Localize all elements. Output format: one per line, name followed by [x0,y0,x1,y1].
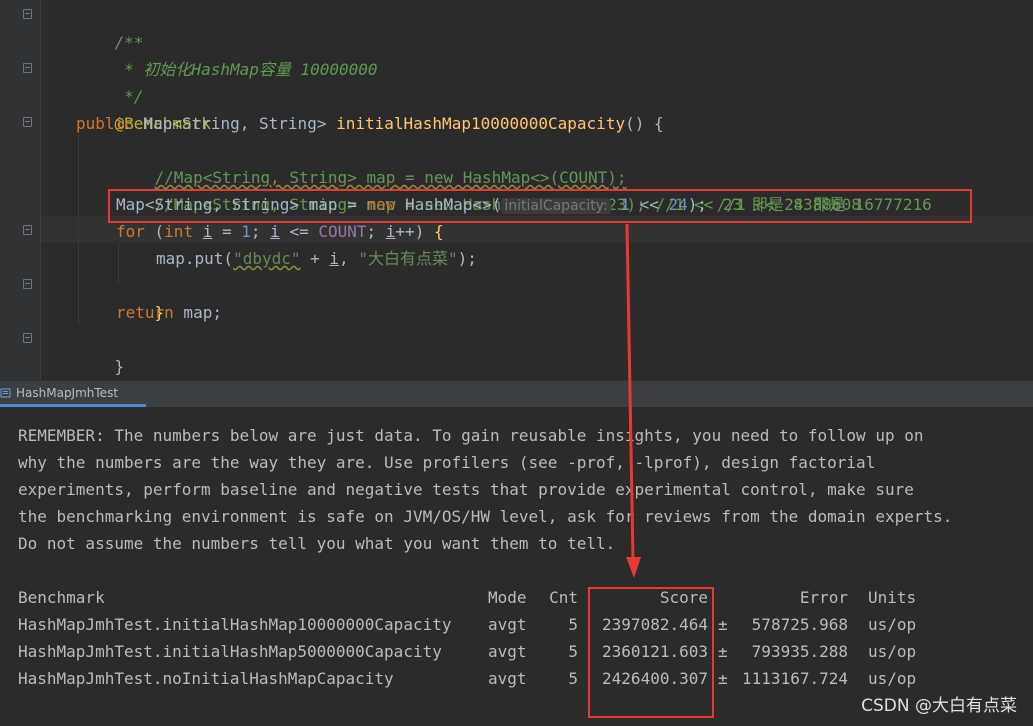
row-benchmark: HashMapJmhTest.noInitialHashMapCapacity [18,669,394,688]
method-signature-tail: () { [625,114,664,133]
return-value: map; [173,303,222,322]
operator: ++) [395,222,434,241]
doc-comment: * 初始化HashMap容量 10000000 [114,60,378,79]
code-line: @Benchmark [76,83,211,133]
punctuation: ); [457,249,477,268]
code-editor[interactable]: /** * 初始化HashMap容量 10000000 */ @Benchmar… [0,0,1033,380]
row-units: us/op [868,642,917,661]
declaration-start: Map<String, String> map = [116,195,367,214]
row-score: 2397082.464 [602,615,708,634]
code-line: } [116,272,165,322]
row-plusminus: ± [718,615,728,634]
code-line: return map; [116,299,222,326]
keyword: int [164,222,194,241]
console-line: experiments, perform baseline and negati… [18,480,914,499]
row-cnt: 5 [568,615,578,634]
string-literal: "大白有点菜" [358,249,458,268]
punctuation: ( [144,222,165,241]
row-score: 2426400.307 [602,669,708,688]
keyword: for [116,222,145,241]
punctuation: ; [366,222,386,241]
row-benchmark: HashMapJmhTest.initialHashMap10000000Cap… [18,615,452,634]
code-line: Map<String, String> map = new HashMap<>(… [116,191,932,218]
console-tab-bar: HashMapJmhTest [0,380,1033,407]
header-cnt: Cnt [549,588,578,607]
loop-variable: i [202,222,213,241]
run-config-icon [0,388,11,397]
watermark: CSDN @大白有点菜 [861,696,1017,716]
operator: << [630,195,669,214]
static-field: COUNT [318,222,367,241]
declaration-end: ); [687,195,708,214]
tab-hashmapjmhtest[interactable]: HashMapJmhTest [0,381,146,407]
constructor-call: HashMap<>( [395,195,502,214]
console-line: Do not assume the numbers tell you what … [18,534,616,553]
code-line: //Map<String, String> map = new HashMap<… [116,164,861,214]
method-call: map.put( [156,249,234,268]
row-error: 578725.968 [751,615,848,634]
brace: } [114,357,125,376]
row-units: us/op [868,615,917,634]
loop-variable: i [329,249,340,268]
parameter-hint: initialCapacity: [501,198,611,214]
string-literal: "dbydc" [233,249,301,268]
fold-icon[interactable] [23,117,32,127]
row-units: us/op [868,669,917,688]
operator: <= [279,222,319,241]
header-error: Error [799,588,848,607]
row-cnt: 5 [568,669,578,688]
code-line: */ [76,56,143,106]
loop-variable: i [385,222,396,241]
code-line: //Map<String, String> map = new HashMap<… [116,137,627,187]
number-literal: 24 [668,195,688,214]
row-cnt: 5 [568,642,578,661]
row-score: 2360121.603 [602,642,708,661]
row-mode: avgt [488,642,527,661]
fold-icon[interactable] [23,9,32,19]
editor-gutter [0,0,40,380]
line-comment: //1 << 24 即是 16777216 [707,195,932,214]
punctuation: , [339,249,359,268]
header-benchmark: Benchmark [18,588,105,607]
code-line: /** [76,2,144,52]
number-literal: 1 [241,222,251,241]
console-output[interactable]: REMEMBER: The numbers below are just dat… [0,407,1033,726]
header-mode: Mode [488,588,527,607]
keyword: new [366,195,396,214]
header-score: Score [659,588,708,607]
row-mode: avgt [488,615,527,634]
fold-icon[interactable] [23,279,32,289]
code-line: map.put("dbydc" + i, "大白有点菜"); [156,245,477,272]
code-line: * 初始化HashMap容量 10000000 [76,29,377,79]
punctuation: ; [250,222,271,241]
row-plusminus: ± [718,642,728,661]
fold-icon[interactable] [23,333,32,343]
header-units: Units [868,588,917,607]
method-name: initialHashMap10000000Capacity [336,114,626,133]
operator: + [300,249,330,268]
keyword: return [116,303,174,322]
operator: = [212,222,242,241]
code-line: public Map<String, String> initialHashMa… [76,110,664,137]
fold-icon[interactable] [23,63,32,73]
loop-variable: i [270,222,280,241]
code-line: for (int i = 1; i <= COUNT; i++) { [116,218,444,245]
row-error: 1113167.724 [742,669,848,688]
console-line: why the numbers are the way they are. Us… [18,453,876,472]
gutter-divider [40,0,41,380]
row-plusminus: ± [718,669,728,688]
row-mode: avgt [488,669,527,688]
console-line: the benchmarking environment is safe on … [18,507,953,526]
method-signature-type: Map<String, String> [133,114,337,133]
keyword: public [76,114,134,133]
fold-icon[interactable] [23,225,32,235]
row-error: 793935.288 [751,642,848,661]
code-line: } [76,326,125,376]
brace: { [433,222,444,241]
console-line: REMEMBER: The numbers below are just dat… [18,426,924,445]
row-benchmark: HashMapJmhTest.initialHashMap5000000Capa… [18,642,442,661]
number-literal: 1 [620,195,630,214]
tab-label: HashMapJmhTest [16,385,119,400]
